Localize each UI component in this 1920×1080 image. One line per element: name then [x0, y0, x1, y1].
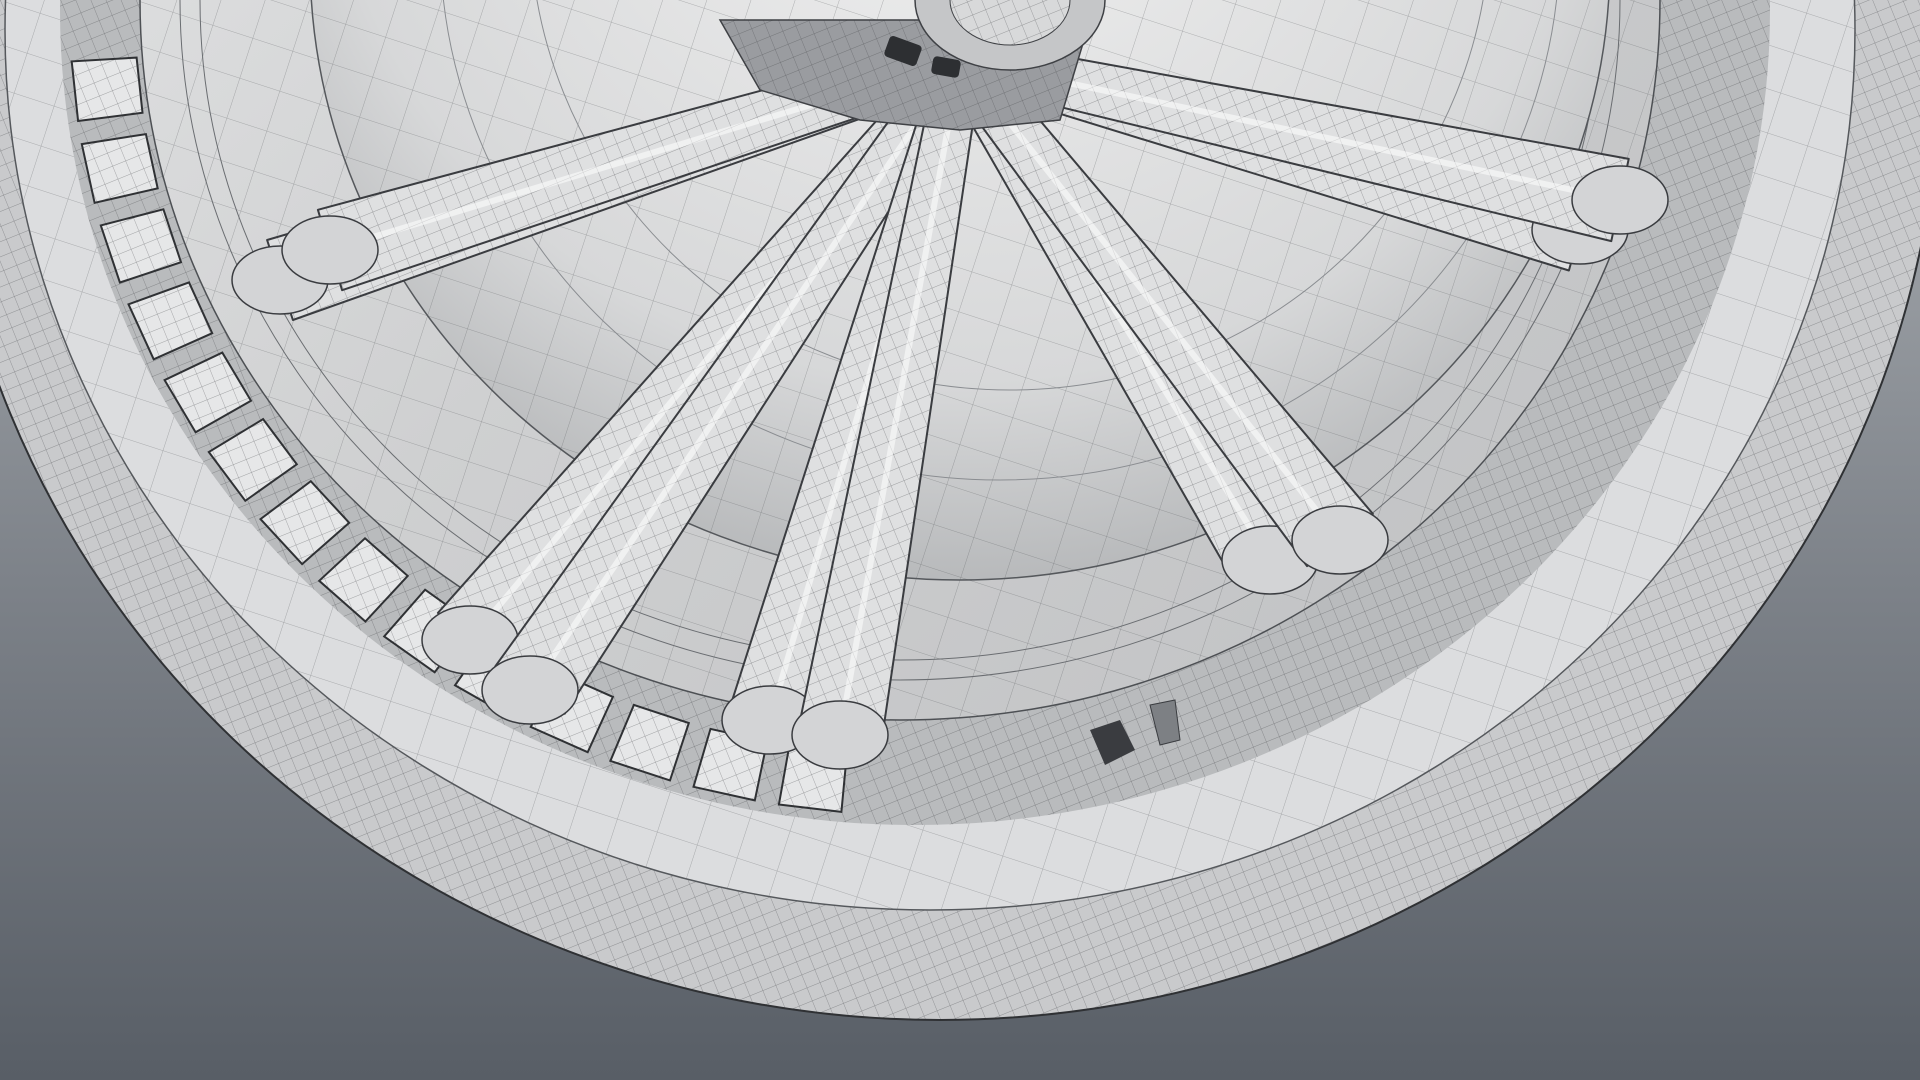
- spoke-root: [481, 655, 579, 725]
- spoke-root: [1571, 165, 1669, 235]
- vent-slot-mesh: [71, 57, 143, 121]
- wheel-wireframe-render: [0, 0, 1920, 1080]
- 3d-viewport[interactable]: [0, 0, 1920, 1080]
- spoke-root: [281, 215, 379, 285]
- spoke-root: [791, 700, 889, 770]
- spoke-root: [1291, 505, 1389, 575]
